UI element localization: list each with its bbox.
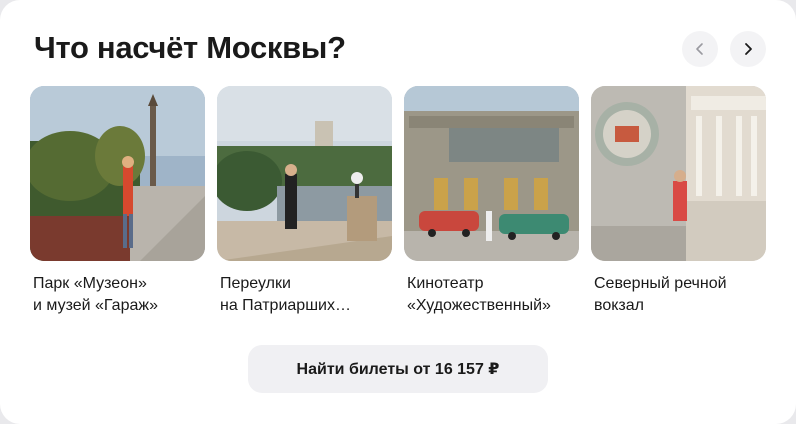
place-caption: Кинотеатр «Художественный»	[407, 275, 551, 314]
place-card-muzeon[interactable]: Парк «Музеон» и музей «Гараж»	[30, 86, 205, 317]
carousel-next-button[interactable]	[730, 31, 766, 67]
chevron-right-icon	[745, 43, 752, 55]
place-caption: Парк «Музеон» и музей «Гараж»	[33, 275, 158, 314]
place-caption: Северный речной вокзал	[594, 275, 727, 314]
place-card-river-station[interactable]: Северный речной вокзал	[591, 86, 766, 317]
park-muzeon-photo	[30, 86, 205, 261]
find-tickets-button[interactable]: Найти билеты от 16 157 ₽	[248, 345, 548, 393]
river-station-photo	[591, 86, 766, 261]
section-title: Что насчёт Москвы?	[34, 30, 346, 65]
moscow-suggestions-card: Что насчёт Москвы? Парк «Музеон» и музей…	[0, 0, 796, 424]
chevron-left-icon	[696, 43, 703, 55]
carousel-prev-button[interactable]	[682, 31, 718, 67]
place-card-patriarshie[interactable]: Переулки на Патриарших…	[217, 86, 392, 317]
khudozhestvenny-cinema-photo	[404, 86, 579, 261]
patriarshie-lanes-photo	[217, 86, 392, 261]
place-caption: Переулки на Патриарших…	[220, 275, 351, 314]
place-card-khudozhestvenny[interactable]: Кинотеатр «Художественный»	[404, 86, 579, 317]
